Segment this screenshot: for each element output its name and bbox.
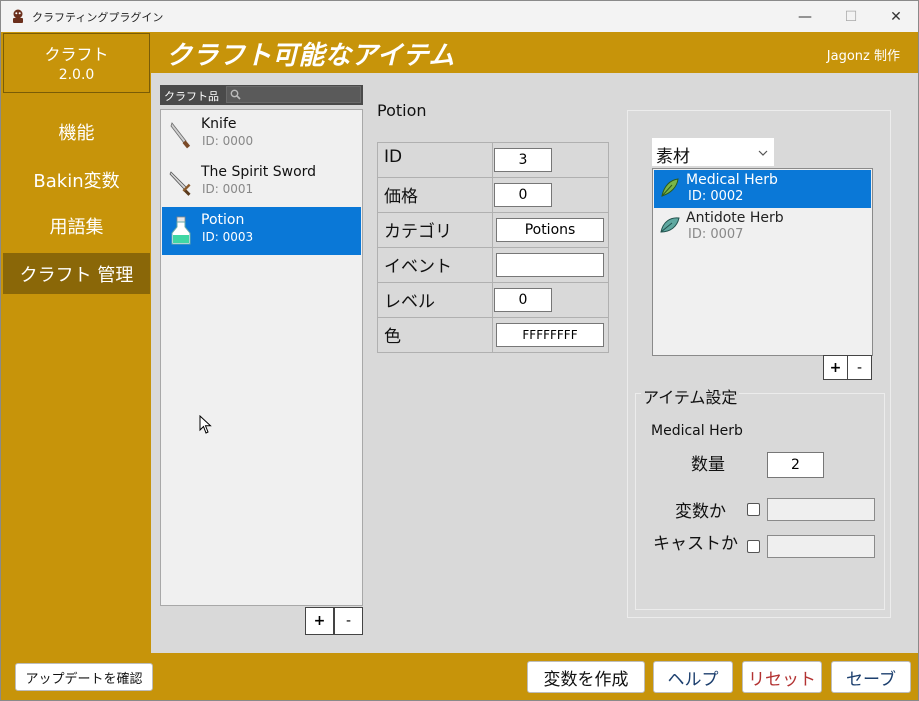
variable-checkbox[interactable] bbox=[747, 503, 760, 516]
add-ingredient-button[interactable]: + bbox=[823, 355, 848, 380]
cast-label: キャストか bbox=[653, 534, 738, 554]
item-id: ID: 0003 bbox=[202, 230, 254, 244]
item-settings-title: アイテム設定 bbox=[641, 384, 740, 408]
knife-icon bbox=[170, 122, 191, 149]
title-bar: クラフティングプラグイン — ☐ ✕ bbox=[1, 1, 918, 32]
craft-list-header: クラフト品 bbox=[160, 85, 363, 105]
chevron-down-icon bbox=[758, 150, 768, 156]
list-item-selected[interactable]: Potion ID: 0003 bbox=[162, 207, 361, 255]
sidebar-item-craft-management[interactable]: クラフト 管理 bbox=[3, 253, 150, 294]
list-item[interactable]: Antidote Herb ID: 0007 bbox=[654, 208, 871, 246]
event-field[interactable] bbox=[496, 253, 604, 277]
property-row-event: イベント bbox=[378, 248, 608, 283]
level-field[interactable]: 0 bbox=[494, 288, 552, 312]
list-item-selected[interactable]: Medical Herb ID: 0002 bbox=[654, 170, 871, 208]
herb-icon bbox=[661, 178, 679, 197]
ingredient-id: ID: 0007 bbox=[688, 227, 744, 242]
selected-ingredient-name: Medical Herb bbox=[651, 423, 743, 439]
craft-search-input[interactable] bbox=[226, 86, 361, 103]
item-id: ID: 0001 bbox=[202, 182, 254, 196]
minimize-button[interactable]: — bbox=[782, 1, 828, 32]
property-label: 価格 bbox=[384, 187, 418, 207]
property-row-color: 色 FFFFFFFF bbox=[378, 318, 608, 353]
main-panel: クラフト品 Knife ID: 0000 The Spirit Sword ID… bbox=[151, 73, 918, 653]
ingredient-type-dropdown[interactable]: 素材 bbox=[652, 138, 774, 167]
mouse-cursor-icon bbox=[199, 415, 212, 434]
remove-craft-item-button[interactable]: - bbox=[334, 607, 363, 635]
potion-icon bbox=[171, 216, 191, 245]
page-title: クラフト可能なアイテム bbox=[166, 41, 455, 71]
maximize-button[interactable]: ☐ bbox=[828, 1, 874, 32]
author-credit: Jagonz 制作 bbox=[826, 49, 900, 64]
property-label: ID bbox=[384, 147, 403, 167]
property-row-category: カテゴリ Potions bbox=[378, 213, 608, 248]
variable-label: 変数か bbox=[675, 502, 726, 522]
craft-item-list[interactable]: Knife ID: 0000 The Spirit Sword ID: 0001 bbox=[160, 109, 363, 606]
ingredient-list[interactable]: Medical Herb ID: 0002 Antidote Herb ID: … bbox=[652, 168, 873, 356]
reset-button[interactable]: リセット bbox=[742, 661, 822, 693]
id-field[interactable]: 3 bbox=[494, 148, 552, 172]
property-label: カテゴリ bbox=[384, 222, 452, 242]
cast-checkbox[interactable] bbox=[747, 540, 760, 553]
window-title: クラフティングプラグイン bbox=[32, 11, 164, 24]
create-variable-button[interactable]: 変数を作成 bbox=[527, 661, 645, 693]
list-item[interactable]: The Spirit Sword ID: 0001 bbox=[162, 159, 361, 207]
item-id: ID: 0000 bbox=[202, 134, 254, 148]
item-name: The Spirit Sword bbox=[201, 164, 317, 180]
app-version: 2.0.0 bbox=[58, 67, 95, 83]
antidote-herb-icon bbox=[660, 217, 680, 233]
item-name: Potion bbox=[201, 212, 245, 228]
app-logo-icon bbox=[13, 9, 23, 23]
sidebar-header: クラフト 2.0.0 bbox=[3, 33, 150, 93]
property-label: レベル bbox=[384, 292, 435, 312]
add-craft-item-button[interactable]: + bbox=[305, 607, 334, 635]
quantity-field[interactable]: 2 bbox=[767, 452, 824, 478]
color-field[interactable]: FFFFFFFF bbox=[496, 323, 604, 347]
ingredient-id: ID: 0002 bbox=[688, 189, 744, 204]
variable-field[interactable] bbox=[767, 498, 875, 521]
property-row-level: レベル 0 bbox=[378, 283, 608, 318]
quantity-label: 数量 bbox=[691, 455, 725, 475]
app-name: クラフト bbox=[44, 45, 109, 64]
cast-field[interactable] bbox=[767, 535, 875, 558]
check-update-button[interactable]: アップデートを確認 bbox=[15, 663, 153, 691]
search-icon bbox=[230, 89, 241, 100]
property-table: ID 3 価格 0 カテゴリ Potions イベント レベル 0 色 FFFF… bbox=[377, 142, 609, 353]
app-window: クラフティングプラグイン — ☐ ✕ クラフト 2.0.0 機能 Bakin変数… bbox=[0, 0, 919, 701]
ingredient-name: Antidote Herb bbox=[686, 210, 784, 226]
property-row-price: 価格 0 bbox=[378, 178, 608, 213]
price-field[interactable]: 0 bbox=[494, 183, 552, 207]
sidebar: クラフト 2.0.0 機能 Bakin変数 用語集 クラフト 管理 bbox=[3, 33, 150, 653]
property-label: イベント bbox=[384, 257, 452, 277]
sidebar-item-features[interactable]: 機能 bbox=[3, 111, 150, 152]
category-field[interactable]: Potions bbox=[496, 218, 604, 242]
save-button[interactable]: セーブ bbox=[831, 661, 911, 693]
detail-title: Potion bbox=[377, 101, 427, 120]
ingredient-name: Medical Herb bbox=[686, 172, 778, 188]
sidebar-item-glossary[interactable]: 用語集 bbox=[3, 205, 150, 246]
item-name: Knife bbox=[201, 116, 237, 132]
dropdown-value: 素材 bbox=[656, 147, 690, 167]
remove-ingredient-button[interactable]: - bbox=[847, 355, 872, 380]
property-row-id: ID 3 bbox=[378, 143, 608, 178]
sword-icon bbox=[169, 171, 191, 196]
sidebar-item-bakin-variables[interactable]: Bakin変数 bbox=[3, 159, 150, 200]
craft-list-label: クラフト品 bbox=[164, 90, 219, 103]
property-label: 色 bbox=[384, 327, 401, 347]
list-item[interactable]: Knife ID: 0000 bbox=[162, 111, 361, 159]
close-button[interactable]: ✕ bbox=[873, 1, 918, 32]
help-button[interactable]: ヘルプ bbox=[653, 661, 733, 693]
